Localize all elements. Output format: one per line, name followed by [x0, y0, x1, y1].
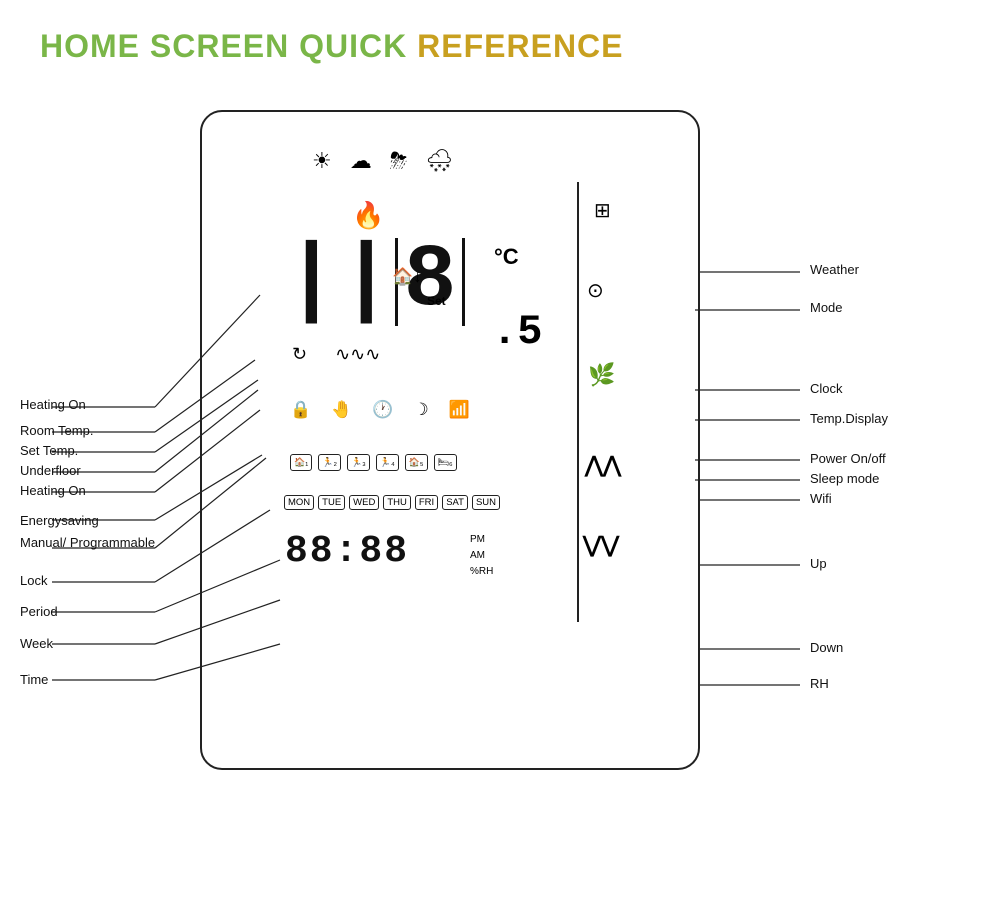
label-manual-prog: Manual/ Programmable	[20, 534, 155, 552]
rh-label: %RH	[470, 564, 493, 580]
celsius-unit: °C	[494, 244, 519, 270]
clock-icon-right: ⊙	[587, 278, 604, 303]
rain-icon: ⛈	[390, 148, 408, 174]
energy-manual-icons: ↻ ∿∿∿	[292, 344, 380, 365]
label-temp-display: Temp.Display	[810, 411, 888, 426]
label-weather: Weather	[810, 262, 859, 277]
sun-icon: ☀	[312, 148, 332, 174]
mode-icon: ⊞	[594, 198, 611, 223]
time-value: 88:88	[285, 530, 409, 573]
temp-digit-1: |	[285, 238, 338, 326]
period-icons-row: 🏠₁ 🏃₂ 🏃₃ 🏃₄ 🏠₅ 🛏₆	[290, 454, 457, 471]
weather-icons-row: ☀ ☁ ⛈ 🌨	[312, 148, 453, 174]
period-6: 🛏₆	[434, 454, 457, 471]
temp-digit-2: |	[340, 238, 393, 326]
period-5: 🏠₅	[405, 454, 428, 471]
underfloor-icon: 🏠↓	[392, 267, 422, 287]
down-chevron-icon: ⋁⋁	[583, 532, 619, 558]
label-power-onoff: Power On/off	[810, 451, 886, 466]
day-thu: THU	[383, 495, 411, 510]
heat-waves-icon: ∿∿∿	[335, 344, 380, 365]
temperature-display: | | 8	[285, 238, 465, 326]
label-heating-on: Heating On	[20, 397, 86, 412]
function-icons-row: 🔒 🤚 🕐 ☽ 📶	[290, 400, 470, 420]
set-label: Set	[427, 294, 446, 308]
energy-saving-icon: ↻	[292, 344, 307, 365]
period-3: 🏃₃	[347, 454, 370, 471]
thermostat-device: ☀ ☁ ⛈ 🌨 🔥 | | 8 °C .5 🏠↓ Set ↻ ∿∿∿ 🔒 🤚 🕐…	[200, 110, 700, 770]
label-wifi: Wifi	[810, 491, 832, 506]
label-time: Time	[20, 672, 48, 687]
day-tue: TUE	[318, 495, 345, 510]
leaf-icon: 🌿	[588, 362, 615, 388]
day-fri: FRI	[415, 495, 438, 510]
label-lock: Lock	[20, 573, 47, 588]
period-2: 🏃₂	[318, 454, 341, 471]
label-heating-on2: Heating On	[20, 483, 86, 498]
vertical-divider	[577, 182, 579, 622]
page-title: HOME SCREEN QUICK REFERENCE	[40, 28, 624, 65]
label-energysaving: Energysaving	[20, 513, 99, 528]
label-up: Up	[810, 556, 827, 571]
title-part1: HOME SCREEN QUICK	[40, 28, 407, 64]
flame-icon: 🔥	[352, 200, 384, 231]
day-sun: SUN	[472, 495, 500, 510]
day-mon: MON	[284, 495, 314, 510]
label-sleep-mode: Sleep mode	[810, 471, 879, 486]
period-4: 🏃₄	[376, 454, 399, 471]
label-room-temp: Room Temp.	[20, 423, 93, 438]
am-label: AM	[470, 548, 493, 564]
time-display: 88:88	[285, 530, 409, 573]
wifi-icon: 📶	[449, 400, 470, 420]
time-indicators: PM AM %RH	[470, 532, 493, 580]
title-part2: REFERENCE	[407, 28, 623, 64]
label-down: Down	[810, 640, 843, 655]
period-1: 🏠₁	[290, 454, 312, 471]
temp-decimal: .5	[492, 308, 542, 356]
label-set-temp: Set Temp.	[20, 443, 78, 458]
lock-icon: 🔒	[290, 400, 311, 420]
label-mode: Mode	[810, 300, 843, 315]
moon-icon: ☽	[414, 400, 429, 420]
snow-icon: 🌨	[425, 148, 453, 174]
cloud-icon: ☁	[350, 148, 372, 174]
clock-small-icon: 🕐	[372, 400, 393, 420]
label-week: Week	[20, 636, 53, 651]
label-underfloor: Underfloor	[20, 463, 81, 478]
day-sat: SAT	[442, 495, 468, 510]
pm-label: PM	[470, 532, 493, 548]
label-period: Period	[20, 604, 58, 619]
hand-heat-icon: 🤚	[331, 400, 352, 420]
day-wed: WED	[349, 495, 379, 510]
label-rh: RH	[810, 676, 829, 691]
up-chevron-icon: ⋀⋀	[585, 452, 621, 478]
label-clock: Clock	[810, 381, 843, 396]
week-days-row: MON TUE WED THU FRI SAT SUN	[284, 495, 500, 510]
